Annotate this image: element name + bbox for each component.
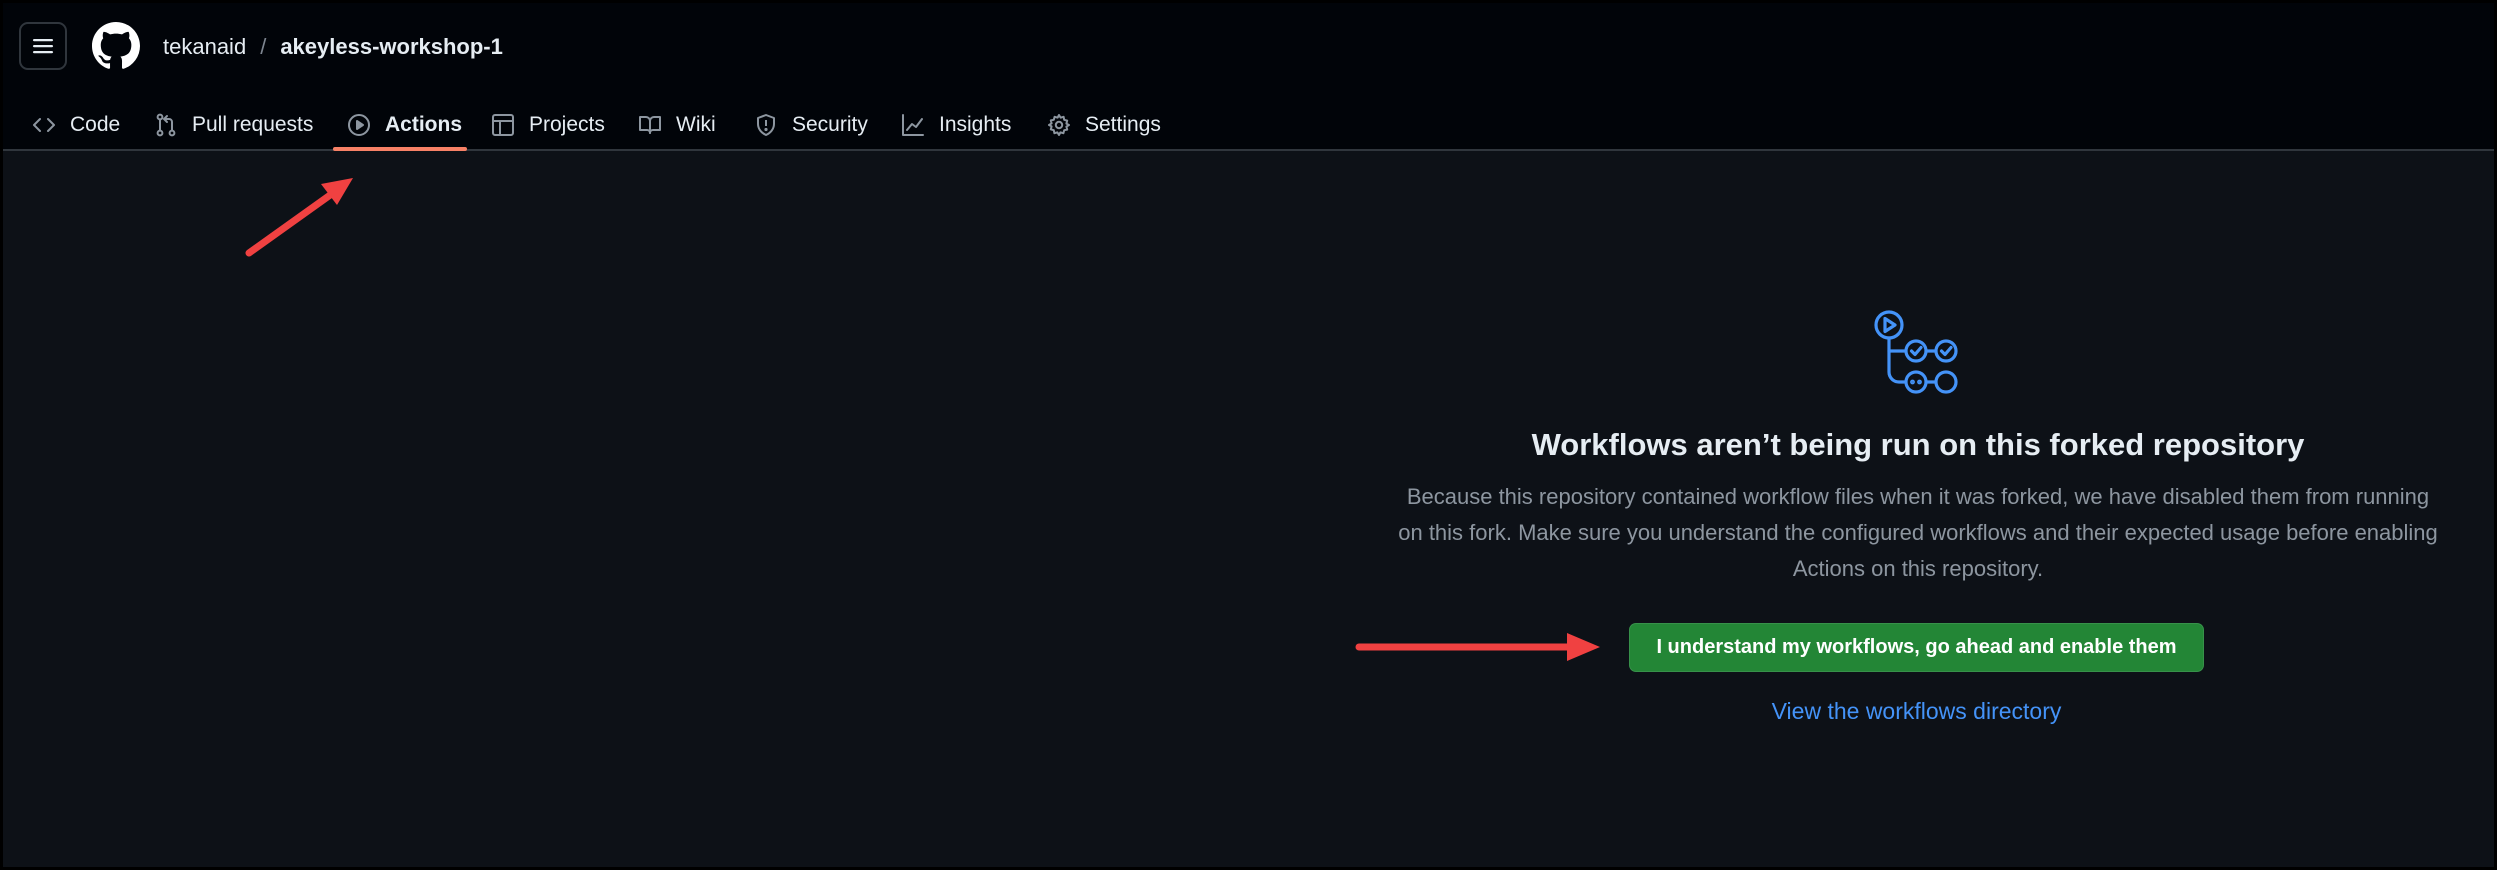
tab-label: Security: [792, 113, 868, 136]
enable-workflows-button[interactable]: I understand my workflows, go ahead and …: [1629, 623, 2204, 672]
tab-pull-requests[interactable]: Pull requests: [154, 99, 313, 151]
book-icon: [639, 116, 661, 134]
breadcrumb-separator: /: [260, 34, 267, 59]
breadcrumb: tekanaid / akeyless-workshop-1: [163, 31, 503, 63]
play-icon: [348, 114, 370, 136]
table-icon: [492, 114, 514, 136]
tab-label: Pull requests: [192, 113, 314, 136]
tab-label: Code: [70, 113, 121, 136]
tab-insights[interactable]: Insights: [901, 99, 1011, 151]
workflows-directory-link[interactable]: View the workflows directory: [1629, 698, 2204, 725]
repo-nav-tabs: Code Pull requests Actions Projects Wiki…: [3, 99, 2494, 151]
repo-owner-link[interactable]: tekanaid: [163, 34, 246, 60]
gear-icon: [1048, 114, 1070, 136]
repo-name-link[interactable]: akeyless-workshop-1: [280, 34, 503, 60]
tab-code[interactable]: Code: [32, 99, 120, 151]
tab-label: Projects: [529, 113, 605, 136]
tab-label: Wiki: [676, 113, 716, 136]
tab-settings[interactable]: Settings: [1047, 99, 1161, 151]
empty-state-description: Because this repository contained workfl…: [1398, 484, 2438, 581]
hamburger-icon: [33, 39, 53, 54]
tab-projects[interactable]: Projects: [491, 99, 605, 151]
tab-label: Actions: [385, 113, 463, 136]
menu-button[interactable]: [19, 22, 67, 70]
workflow-icon: [1874, 310, 1958, 394]
git-pull-request-icon: [156, 113, 176, 137]
tab-label: Insights: [939, 113, 1012, 136]
tab-wiki[interactable]: Wiki: [638, 99, 716, 151]
active-tab-underline: [333, 147, 467, 151]
shield-icon: [757, 114, 775, 136]
github-logo-icon[interactable]: [92, 22, 140, 70]
annotation-arrow-button: [1355, 633, 1600, 661]
repo-header: tekanaid / akeyless-workshop-1 Code Pull…: [3, 3, 2494, 151]
graph-icon: [902, 114, 924, 136]
tab-label: Settings: [1085, 113, 1161, 136]
annotation-arrow-actions: [245, 178, 353, 257]
app-window: tekanaid / akeyless-workshop-1 Code Pull…: [3, 3, 2494, 867]
code-icon: [33, 118, 55, 132]
empty-state-title: Workflows aren’t being run on this forke…: [1531, 427, 2305, 462]
tab-security[interactable]: Security: [754, 99, 868, 151]
tab-actions[interactable]: Actions: [347, 99, 462, 151]
